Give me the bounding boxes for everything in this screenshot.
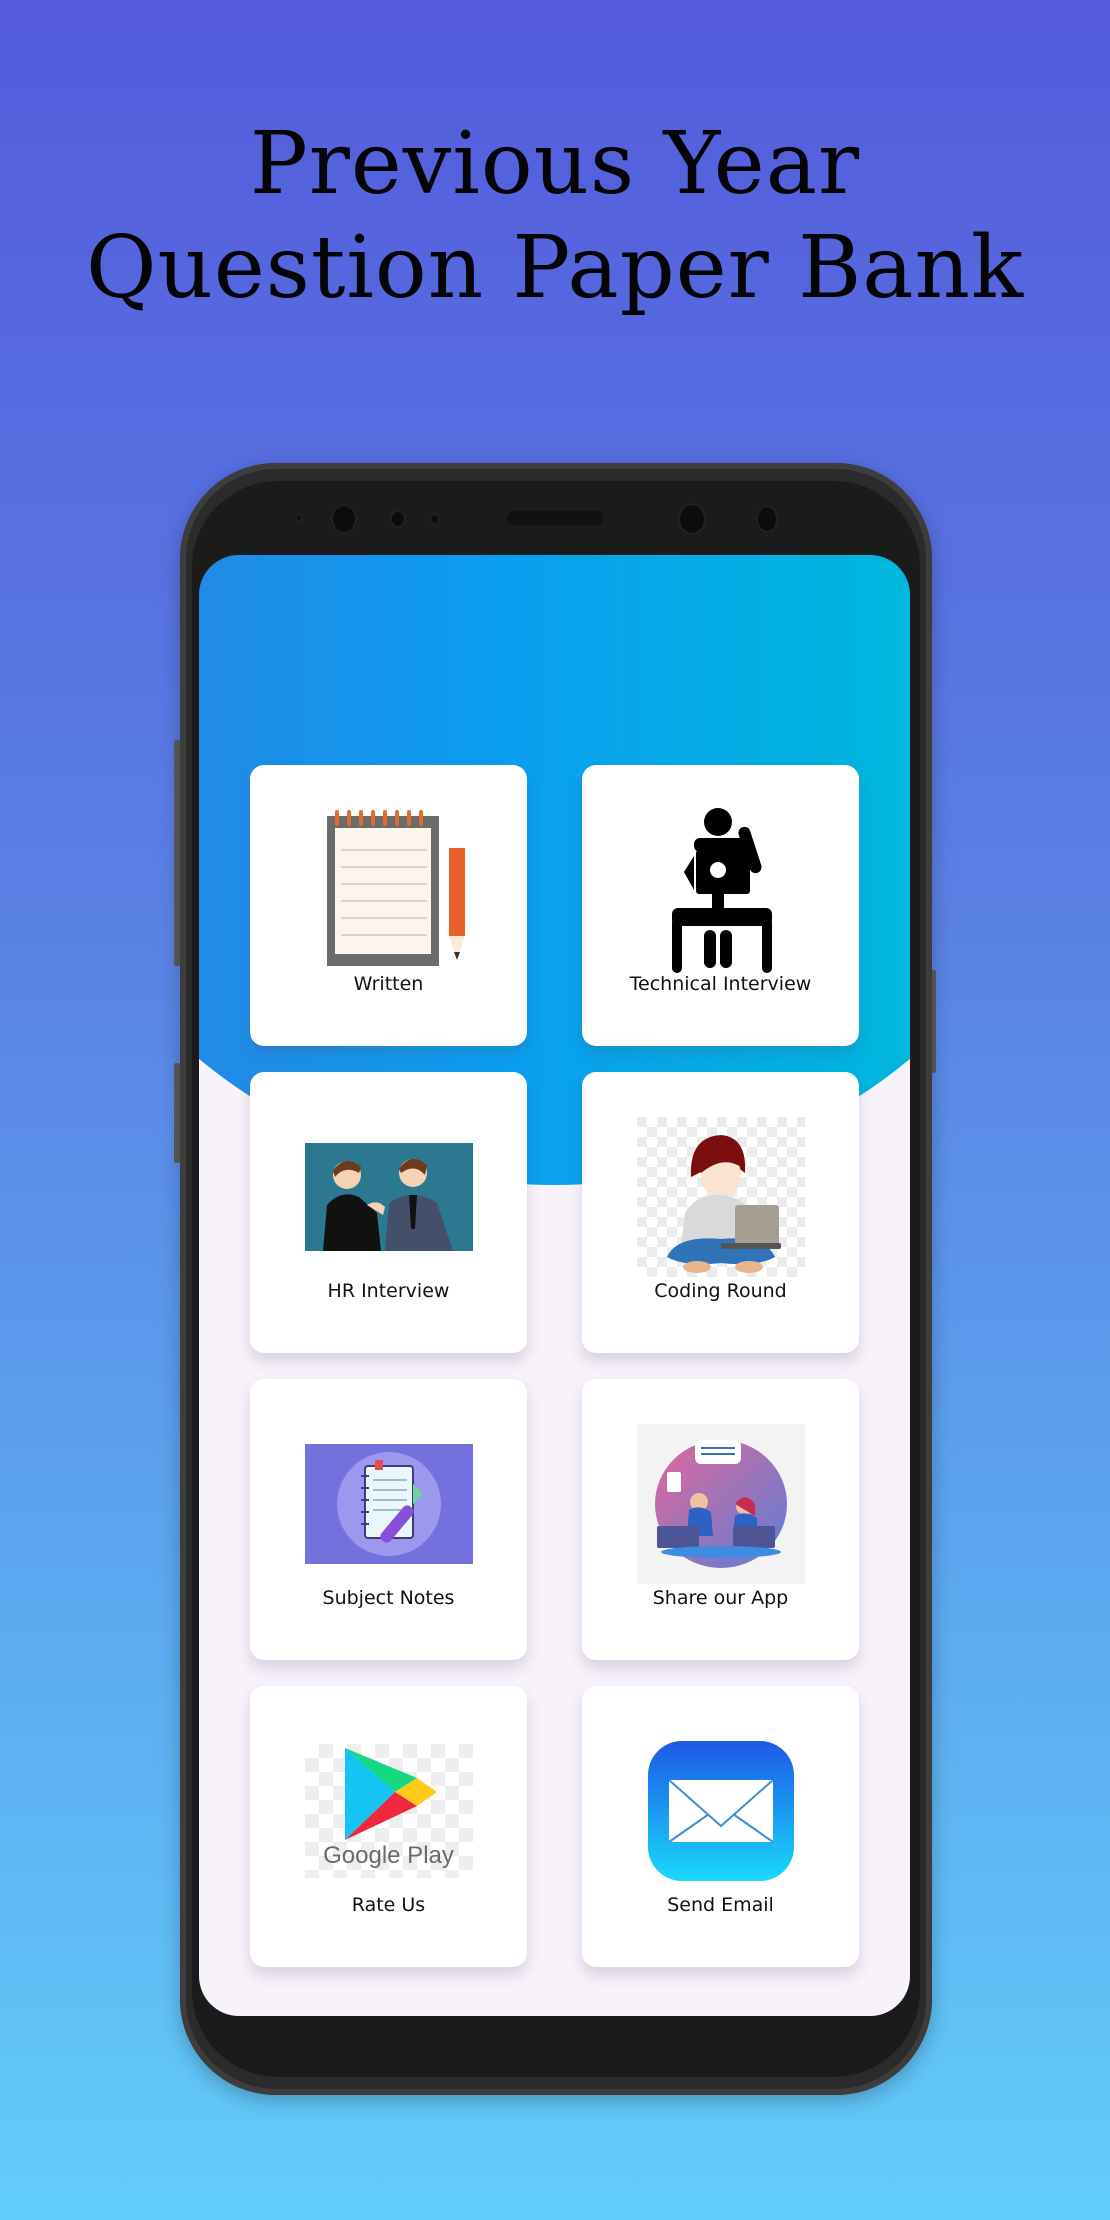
menu-card-label: Send Email bbox=[667, 1894, 774, 1916]
google-play-icon: Google Play bbox=[250, 1726, 527, 1896]
menu-card-label: Share our App bbox=[652, 1587, 789, 1609]
phone-front-camera-icon bbox=[331, 504, 357, 534]
phone-speaker-icon bbox=[507, 511, 603, 525]
person-laptop-desk-icon bbox=[582, 805, 859, 975]
phone-sensor-icon bbox=[429, 513, 440, 525]
menu-card-hr-interview[interactable]: HR Interview bbox=[250, 1072, 527, 1353]
headline-line-1: Previous Year bbox=[249, 114, 861, 214]
menu-card-label: Rate Us bbox=[351, 1894, 426, 1916]
menu-card-share-app[interactable]: Share our App bbox=[582, 1379, 859, 1660]
promo-headline: Previous Year Question Paper Bank bbox=[0, 112, 1110, 320]
google-play-text: Google Play bbox=[323, 1842, 454, 1869]
phone-sensor-icon bbox=[295, 514, 303, 522]
headline-line-2: Question Paper Bank bbox=[85, 218, 1025, 318]
boy-laptop-icon bbox=[582, 1112, 859, 1282]
menu-card-label: Subject Notes bbox=[322, 1587, 455, 1609]
menu-card-coding-round[interactable]: Coding Round bbox=[582, 1072, 859, 1353]
people-chat-icon bbox=[582, 1419, 859, 1589]
phone-camera-icon bbox=[756, 505, 778, 533]
phone-sensor-icon bbox=[390, 510, 406, 528]
menu-card-send-email[interactable]: Send Email bbox=[582, 1686, 859, 1967]
menu-card-label: Written bbox=[353, 973, 424, 995]
menu-card-label: HR Interview bbox=[327, 1280, 450, 1302]
menu-card-label: Technical Interview bbox=[629, 973, 812, 995]
menu-card-subject-notes[interactable]: Subject Notes bbox=[250, 1379, 527, 1660]
menu-card-technical-interview[interactable]: Technical Interview bbox=[582, 765, 859, 1046]
handshake-business-icon bbox=[250, 1112, 527, 1282]
notebook-pen-icon bbox=[250, 1419, 527, 1589]
menu-card-label: Coding Round bbox=[654, 1280, 787, 1302]
menu-grid: Written Technical Interview HR Interview… bbox=[250, 765, 859, 1967]
phone-camera-icon bbox=[678, 503, 706, 535]
mail-envelope-icon bbox=[582, 1726, 859, 1896]
menu-card-written[interactable]: Written bbox=[250, 765, 527, 1046]
menu-card-rate-us[interactable]: Google Play Rate Us bbox=[250, 1686, 527, 1967]
notepad-pencil-icon bbox=[250, 805, 527, 975]
app-screen: Written Technical Interview HR Interview… bbox=[199, 555, 910, 2016]
